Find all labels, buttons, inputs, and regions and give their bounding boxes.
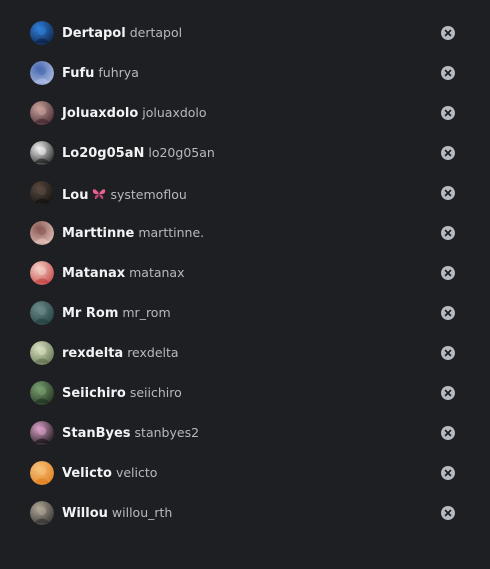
remove-friend-button[interactable] xyxy=(441,306,455,320)
remove-friend-button[interactable] xyxy=(441,266,455,280)
butterfly-icon xyxy=(92,185,106,199)
close-circle-icon xyxy=(444,29,452,37)
username: mr_rom xyxy=(122,305,171,320)
close-circle-icon xyxy=(444,189,452,197)
user-avatar-icon[interactable] xyxy=(30,501,54,525)
remove-friend-button[interactable] xyxy=(441,106,455,120)
user-avatar-icon[interactable] xyxy=(30,461,54,485)
remove-friend-button[interactable] xyxy=(441,506,455,520)
friend-names: Lou systemoflou xyxy=(62,184,187,203)
close-circle-icon xyxy=(444,149,452,157)
close-circle-icon xyxy=(444,469,452,477)
friend-names: Velicto velicto xyxy=(62,465,157,481)
friend-names: rexdelta rexdelta xyxy=(62,345,179,361)
display-name: Joluaxdolo xyxy=(62,106,139,121)
close-circle-icon xyxy=(444,309,452,317)
display-name: Mr Rom xyxy=(62,306,119,321)
remove-friend-button[interactable] xyxy=(441,146,455,160)
display-name: Lo20g05aN xyxy=(62,146,145,161)
remove-friend-button[interactable] xyxy=(441,26,455,40)
username: stanbyes2 xyxy=(134,425,200,440)
display-name: Dertapol xyxy=(62,26,126,41)
friend-row[interactable]: Seiichiro seiichiro xyxy=(0,373,490,413)
friend-row[interactable]: Dertapol dertapol xyxy=(0,13,490,53)
friend-names: Joluaxdolo joluaxdolo xyxy=(62,105,207,121)
close-circle-icon xyxy=(444,349,452,357)
user-avatar-icon[interactable] xyxy=(30,61,54,85)
display-name: Fufu xyxy=(62,66,95,81)
display-name: StanByes xyxy=(62,426,131,441)
user-avatar-icon[interactable] xyxy=(30,101,54,125)
friend-row[interactable]: Lou systemoflou xyxy=(0,173,490,213)
friend-row[interactable]: Joluaxdolo joluaxdolo xyxy=(0,93,490,133)
username: joluaxdolo xyxy=(142,105,207,120)
user-avatar-icon[interactable] xyxy=(30,341,54,365)
remove-friend-button[interactable] xyxy=(441,426,455,440)
display-name: Velicto xyxy=(62,466,112,481)
friend-row[interactable]: Lo20g05aN lo20g05an xyxy=(0,133,490,173)
friend-names: Fufu fuhrya xyxy=(62,65,139,81)
username: rexdelta xyxy=(127,345,179,360)
close-circle-icon xyxy=(444,69,452,77)
friend-row[interactable]: Willou willou_rth xyxy=(0,493,490,533)
remove-friend-button[interactable] xyxy=(441,66,455,80)
display-name: Lou xyxy=(62,187,89,203)
friend-names: Dertapol dertapol xyxy=(62,25,182,41)
user-avatar-icon[interactable] xyxy=(30,301,54,325)
username: systemoflou xyxy=(110,186,187,202)
remove-friend-button[interactable] xyxy=(441,186,455,200)
friend-row[interactable]: StanByes stanbyes2 xyxy=(0,413,490,453)
friend-names: StanByes stanbyes2 xyxy=(62,425,199,441)
friend-row[interactable]: rexdelta rexdelta xyxy=(0,333,490,373)
username: seiichiro xyxy=(129,385,182,400)
close-circle-icon xyxy=(444,389,452,397)
friend-row[interactable]: Fufu fuhrya xyxy=(0,53,490,93)
username: velicto xyxy=(115,465,158,480)
friend-names: Matanax matanax xyxy=(62,265,185,281)
friend-list: Dertapol dertapol Fufu fuhrya Joluaxdolo jolu… xyxy=(0,13,490,533)
display-name: Seiichiro xyxy=(62,386,126,401)
username: dertapol xyxy=(129,25,183,40)
username: matanax xyxy=(129,265,185,280)
display-name: Willou xyxy=(62,506,108,521)
friend-names: Seiichiro seiichiro xyxy=(62,385,182,401)
close-circle-icon xyxy=(444,269,452,277)
username: willou_rth xyxy=(111,505,173,520)
remove-friend-button[interactable] xyxy=(441,346,455,360)
username: fuhrya xyxy=(98,65,139,80)
user-avatar-icon[interactable] xyxy=(30,261,54,285)
friend-names: Lo20g05aN lo20g05an xyxy=(62,145,215,161)
close-circle-icon xyxy=(444,509,452,517)
close-circle-icon xyxy=(444,109,452,117)
user-avatar-icon[interactable] xyxy=(30,221,54,245)
remove-friend-button[interactable] xyxy=(441,386,455,400)
username: lo20g05an xyxy=(148,145,215,160)
user-avatar-icon[interactable] xyxy=(30,21,54,45)
remove-friend-button[interactable] xyxy=(441,226,455,240)
user-avatar-icon[interactable] xyxy=(30,141,54,165)
friend-names: Willou willou_rth xyxy=(62,505,172,521)
close-circle-icon xyxy=(444,429,452,437)
display-name: Matanax xyxy=(62,266,126,281)
close-circle-icon xyxy=(444,229,452,237)
friend-row[interactable]: Marttinne marttinne. xyxy=(0,213,490,253)
display-name: Marttinne xyxy=(62,226,135,241)
username: marttinne. xyxy=(138,225,205,240)
remove-friend-button[interactable] xyxy=(441,466,455,480)
display-name: rexdelta xyxy=(62,346,124,361)
friend-names: Mr Rom mr_rom xyxy=(62,305,171,321)
user-avatar-icon[interactable] xyxy=(30,181,54,205)
friend-row[interactable]: Mr Rom mr_rom xyxy=(0,293,490,333)
friend-row[interactable]: Matanax matanax xyxy=(0,253,490,293)
friend-row[interactable]: Velicto velicto xyxy=(0,453,490,493)
user-avatar-icon[interactable] xyxy=(30,421,54,445)
friend-names: Marttinne marttinne. xyxy=(62,225,204,241)
user-avatar-icon[interactable] xyxy=(30,381,54,405)
